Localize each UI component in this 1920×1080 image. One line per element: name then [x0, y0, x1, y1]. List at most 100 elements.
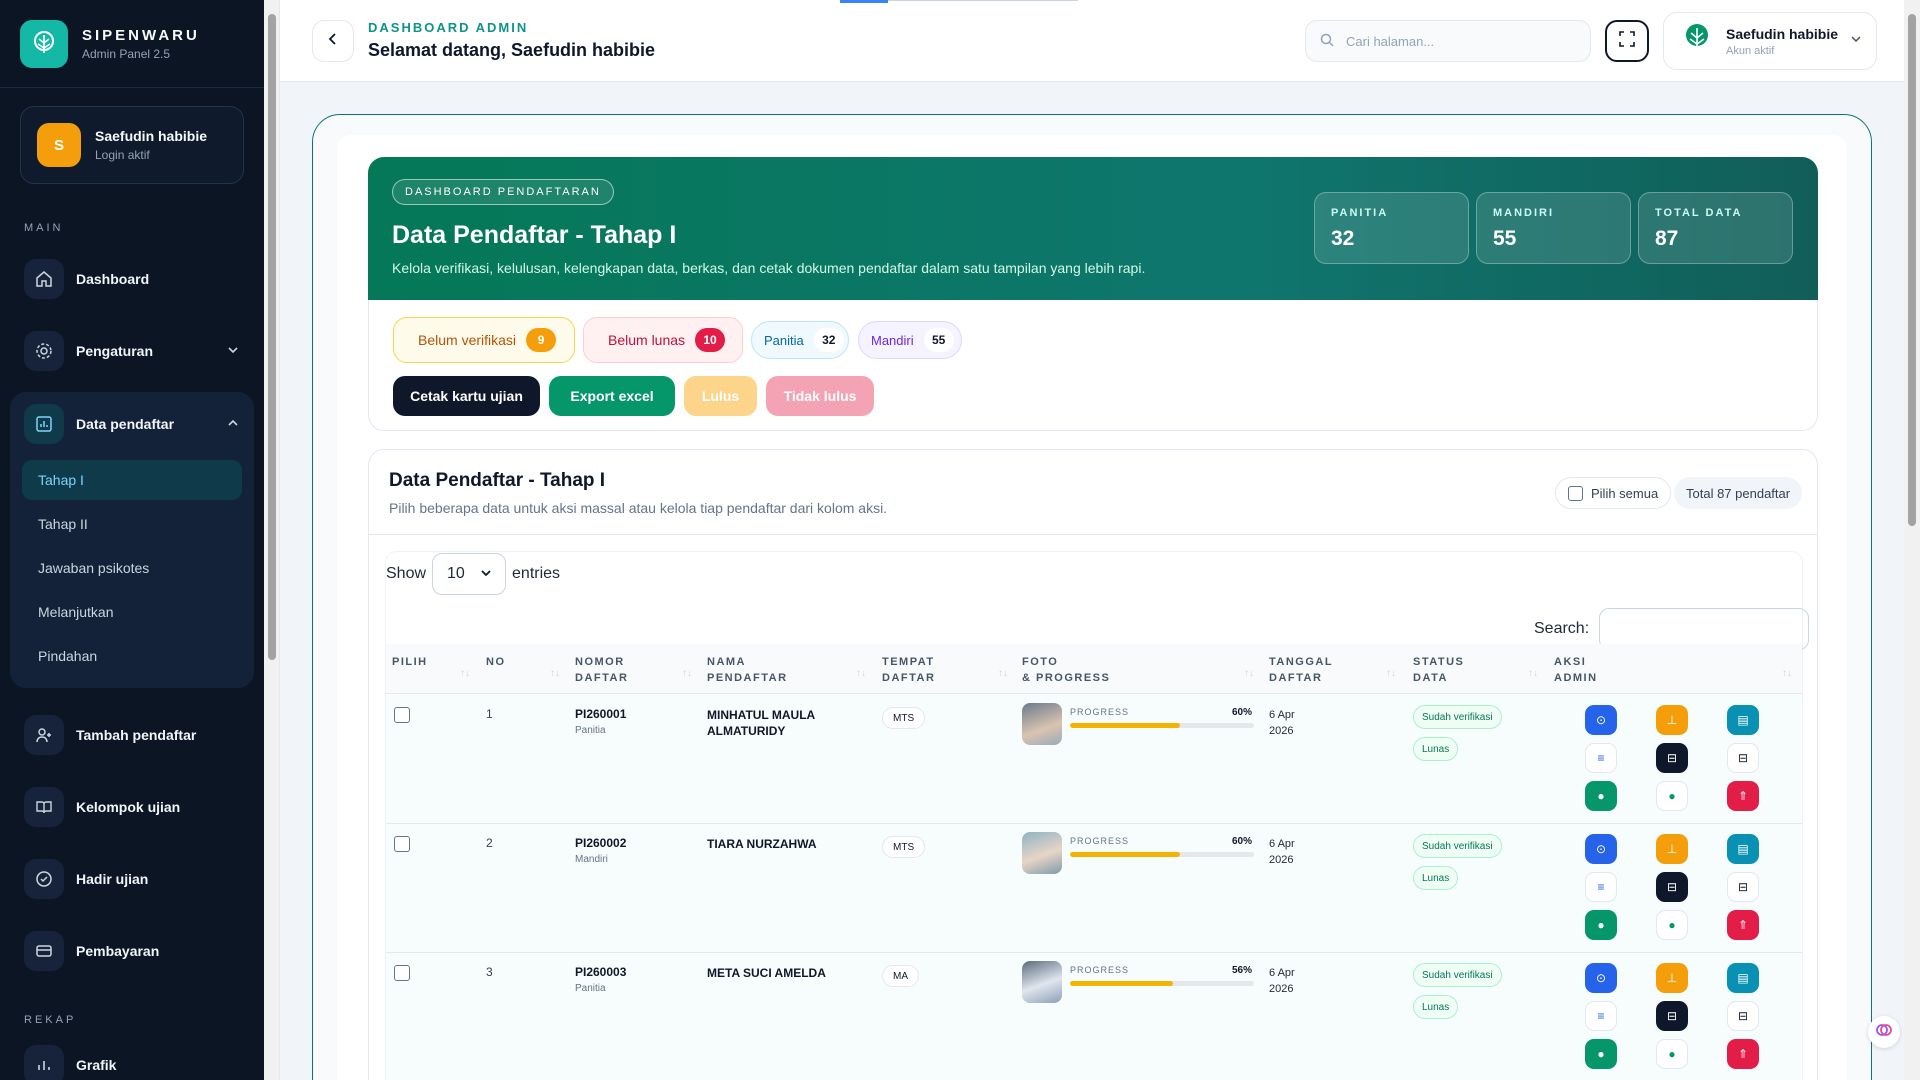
page-search-input[interactable]: Cari halaman... [1305, 20, 1591, 62]
download-icon[interactable]: ⊥ [1656, 834, 1688, 864]
column-label: DAFTAR [575, 672, 629, 684]
sort-icon[interactable]: ↑↓ [1244, 668, 1254, 679]
download-icon[interactable]: ⊥ [1656, 705, 1688, 735]
view-icon[interactable]: ⊙ [1585, 834, 1617, 864]
upload-icon[interactable]: ⇑ [1727, 910, 1759, 940]
sidebar-item-dashboard[interactable]: Dashboard [0, 248, 264, 310]
lulus-button[interactable]: Lulus [684, 376, 757, 416]
assistant-button[interactable] [1868, 1016, 1900, 1048]
column-header[interactable]: STATUS DATA [1413, 654, 1464, 686]
card-icon[interactable]: ⊟ [1727, 1001, 1759, 1031]
sidebar-scrollbar[interactable] [264, 0, 280, 1080]
column-header[interactable]: FOTO & PROGRESS [1022, 654, 1110, 686]
notes-icon[interactable]: ≡ [1585, 743, 1617, 773]
filter-belum-verifikasi[interactable]: Belum verifikasi 9 [393, 317, 575, 363]
notes-icon[interactable]: ≡ [1585, 1001, 1617, 1031]
filter-mandiri[interactable]: Mandiri 55 [858, 321, 962, 359]
sidebar-subitem-jawaban-psikotes[interactable]: Jawaban psikotes [22, 548, 242, 588]
row-tempat-badge: MTS [882, 707, 926, 729]
chat-icon[interactable]: ● [1656, 781, 1688, 811]
column-header[interactable]: NOMOR DAFTAR [575, 654, 628, 686]
document-icon[interactable]: ▤ [1727, 705, 1759, 735]
export-excel-button[interactable]: Export excel [549, 376, 675, 416]
chat-icon[interactable]: ● [1656, 1039, 1688, 1069]
row-nomor-daftar: PI260001 [575, 707, 627, 721]
sidebar-subitem-tahap-1[interactable]: Tahap I [22, 460, 242, 500]
stat-mandiri: MANDIRI 55 [1476, 192, 1631, 264]
select-all-checkbox[interactable] [1568, 485, 1583, 501]
chip-count: 32 [813, 328, 844, 352]
entries-label: entries [512, 565, 561, 582]
column-header[interactable]: TEMPAT DAFTAR [882, 654, 935, 686]
download-icon[interactable]: ⊥ [1656, 963, 1688, 993]
print-icon[interactable]: ⊟ [1656, 743, 1688, 773]
card-icon[interactable]: ⊟ [1727, 743, 1759, 773]
upload-icon[interactable]: ⇑ [1727, 781, 1759, 811]
whatsapp-icon[interactable]: ● [1585, 781, 1617, 811]
column-header[interactable]: NAMA PENDAFTAR [707, 654, 788, 686]
tidak-lulus-button[interactable]: Tidak lulus [766, 376, 874, 416]
row-checkbox[interactable] [394, 836, 410, 852]
sort-icon[interactable]: ↑↓ [550, 668, 560, 679]
sidebar-user-card[interactable]: S Saefudin habibie Login aktif [20, 106, 244, 184]
document-icon[interactable]: ▤ [1727, 834, 1759, 864]
sort-icon[interactable]: ↑↓ [1528, 668, 1538, 679]
page-scrollbar[interactable] [1904, 0, 1920, 1080]
column-header[interactable]: PILIH [392, 654, 428, 670]
sidebar-item-data-pendaftar[interactable]: Data pendaftar [10, 392, 254, 456]
sort-icon[interactable]: ↑↓ [460, 668, 470, 679]
view-icon[interactable]: ⊙ [1585, 963, 1617, 993]
page-scrollbar-thumb[interactable] [1908, 14, 1916, 526]
sidebar-item-hadir-ujian[interactable]: Hadir ujian [0, 848, 264, 910]
progress-fill [1070, 852, 1181, 857]
sort-icon[interactable]: ↑↓ [1782, 668, 1792, 679]
applicant-photo[interactable] [1022, 832, 1062, 874]
card-icon[interactable]: ⊟ [1727, 872, 1759, 902]
sort-icon[interactable]: ↑↓ [856, 668, 866, 679]
column-header[interactable]: AKSI ADMIN [1554, 654, 1598, 686]
sidebar-item-label: Data pendaftar [76, 416, 175, 432]
row-checkbox[interactable] [394, 707, 410, 723]
sidebar-item-label: Dashboard [76, 271, 150, 287]
column-label: PENDAFTAR [707, 672, 788, 684]
account-menu[interactable]: Saefudin habibie Akun aktif [1663, 12, 1877, 70]
print-icon[interactable]: ⊟ [1656, 1001, 1688, 1031]
sort-icon[interactable]: ↑↓ [682, 668, 692, 679]
row-tanggal: 6 Apr 2026 [1269, 707, 1295, 739]
filter-belum-lunas[interactable]: Belum lunas 10 [583, 317, 743, 363]
stat-label: PANITIA [1331, 207, 1389, 219]
view-icon[interactable]: ⊙ [1585, 705, 1617, 735]
sidebar-item-pengaturan[interactable]: Pengaturan [0, 320, 264, 382]
document-icon[interactable]: ▤ [1727, 963, 1759, 993]
column-label: AKSI [1554, 656, 1587, 668]
upload-icon[interactable]: ⇑ [1727, 1039, 1759, 1069]
back-button[interactable] [312, 20, 354, 62]
sort-icon[interactable]: ↑↓ [1386, 668, 1396, 679]
notes-icon[interactable]: ≡ [1585, 872, 1617, 902]
sidebar: SIPENWARU Admin Panel 2.5 S Saefudin hab… [0, 0, 264, 1080]
applicant-photo[interactable] [1022, 703, 1062, 745]
chat-icon[interactable]: ● [1656, 910, 1688, 940]
sort-icon[interactable]: ↑↓ [998, 668, 1008, 679]
sidebar-item-grafik[interactable]: Grafik [0, 1034, 264, 1080]
sidebar-item-tambah-pendaftar[interactable]: Tambah pendaftar [0, 704, 264, 766]
fullscreen-button[interactable] [1605, 20, 1649, 62]
entries-select[interactable]: 10 [432, 553, 507, 595]
print-icon[interactable]: ⊟ [1656, 872, 1688, 902]
whatsapp-icon[interactable]: ● [1585, 1039, 1617, 1069]
filter-panitia[interactable]: Panitia 32 [751, 321, 849, 359]
sidebar-item-pembayaran[interactable]: Pembayaran [0, 920, 264, 982]
column-header[interactable]: TANGGAL DAFTAR [1269, 654, 1333, 686]
applicant-photo[interactable] [1022, 961, 1062, 1003]
sidebar-subitem-pindahan[interactable]: Pindahan [22, 636, 242, 676]
sidebar-subitem-melanjutkan[interactable]: Melanjutkan [22, 592, 242, 632]
column-header[interactable]: NO [486, 654, 506, 670]
sidebar-scrollbar-thumb[interactable] [268, 14, 276, 660]
sidebar-item-kelompok-ujian[interactable]: Kelompok ujian [0, 776, 264, 838]
brand[interactable]: SIPENWARU Admin Panel 2.5 [0, 0, 264, 88]
select-all-toggle[interactable]: Pilih semua [1555, 477, 1672, 509]
cetak-kartu-ujian-button[interactable]: Cetak kartu ujian [393, 376, 540, 416]
row-checkbox[interactable] [394, 965, 410, 981]
whatsapp-icon[interactable]: ● [1585, 910, 1617, 940]
sidebar-subitem-tahap-2[interactable]: Tahap II [22, 504, 242, 544]
